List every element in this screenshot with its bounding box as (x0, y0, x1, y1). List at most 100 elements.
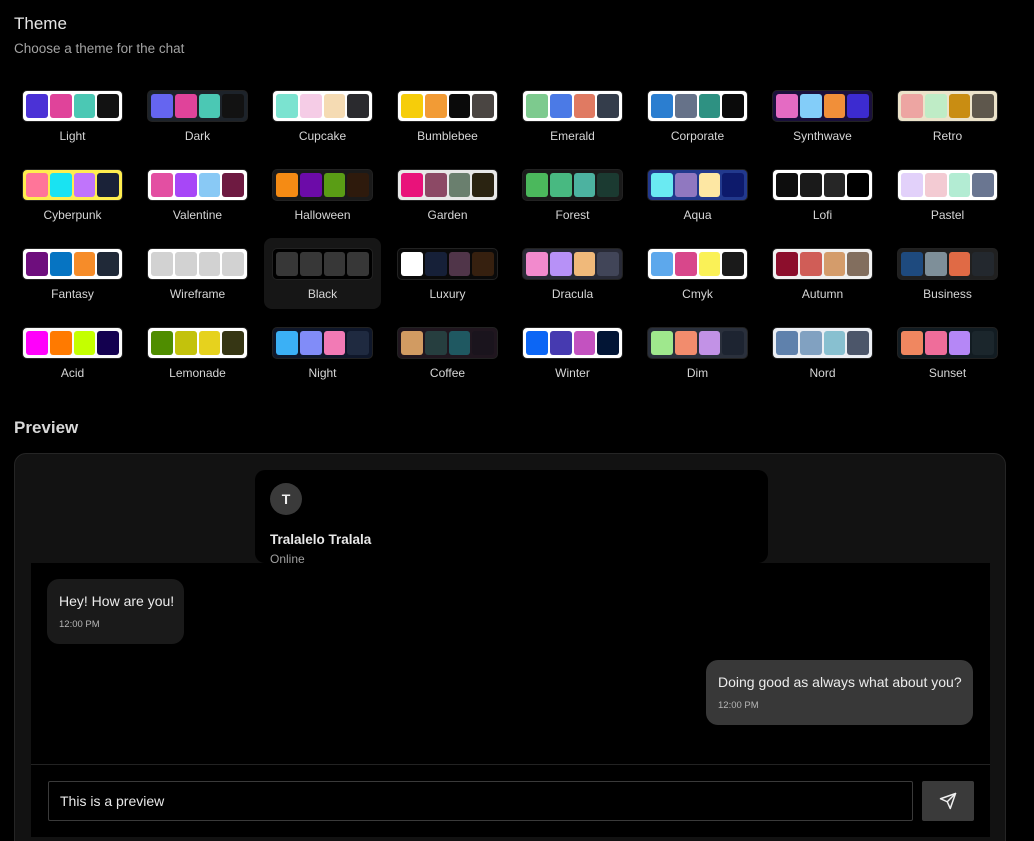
theme-option-synthwave[interactable]: Synthwave (764, 80, 881, 151)
swatch-color (448, 94, 471, 118)
theme-swatch (272, 327, 373, 359)
swatch-color (722, 173, 744, 197)
theme-option-business[interactable]: Business (889, 238, 1006, 309)
theme-swatch (647, 248, 748, 280)
swatch-color (948, 94, 971, 118)
theme-option-retro[interactable]: Retro (889, 80, 1006, 151)
swatch-color (651, 94, 673, 118)
swatch-color (472, 252, 494, 276)
swatch-color (174, 331, 197, 355)
swatch-color (299, 252, 322, 276)
swatch-color (799, 94, 822, 118)
theme-name: Winter (555, 366, 590, 380)
swatch-color (73, 94, 96, 118)
swatch-color (823, 94, 846, 118)
swatch-color (174, 94, 197, 118)
theme-name: Light (59, 129, 86, 143)
theme-name: Forest (555, 208, 590, 222)
theme-swatch (147, 90, 248, 122)
theme-option-autumn[interactable]: Autumn (764, 238, 881, 309)
theme-name: Cyberpunk (43, 208, 102, 222)
swatch-color (924, 331, 947, 355)
theme-option-emerald[interactable]: Emerald (514, 80, 631, 151)
theme-option-halloween[interactable]: Halloween (264, 159, 381, 230)
swatch-color (698, 252, 721, 276)
theme-swatch (22, 90, 123, 122)
swatch-color (401, 252, 423, 276)
swatch-color (948, 331, 971, 355)
theme-option-acid[interactable]: Acid (14, 317, 131, 388)
theme-swatch (897, 169, 998, 201)
theme-option-fantasy[interactable]: Fantasy (14, 238, 131, 309)
preview-title: Preview (14, 418, 79, 437)
theme-swatch (772, 90, 873, 122)
theme-option-sunset[interactable]: Sunset (889, 317, 1006, 388)
theme-swatch (522, 327, 623, 359)
swatch-color (526, 94, 548, 118)
theme-option-luxury[interactable]: Luxury (389, 238, 506, 309)
theme-name: Dark (184, 129, 211, 143)
theme-swatch (147, 169, 248, 201)
theme-name: Nord (809, 366, 836, 380)
swatch-color (573, 173, 596, 197)
theme-subtitle: Choose a theme for the chat (14, 41, 185, 56)
swatch-color (549, 252, 572, 276)
send-button[interactable] (922, 781, 974, 821)
theme-option-night[interactable]: Night (264, 317, 381, 388)
theme-name: Synthwave (793, 129, 852, 143)
swatch-color (597, 252, 619, 276)
theme-option-aqua[interactable]: Aqua (639, 159, 756, 230)
swatch-color (151, 173, 173, 197)
theme-option-winter[interactable]: Winter (514, 317, 631, 388)
theme-option-coffee[interactable]: Coffee (389, 317, 506, 388)
theme-option-nord[interactable]: Nord (764, 317, 881, 388)
theme-option-valentine[interactable]: Valentine (139, 159, 256, 230)
theme-option-cmyk[interactable]: Cmyk (639, 238, 756, 309)
swatch-color (972, 252, 994, 276)
swatch-color (448, 331, 471, 355)
theme-option-dracula[interactable]: Dracula (514, 238, 631, 309)
swatch-color (597, 173, 619, 197)
swatch-color (972, 331, 994, 355)
swatch-color (924, 252, 947, 276)
theme-name: Halloween (294, 208, 351, 222)
theme-option-cyberpunk[interactable]: Cyberpunk (14, 159, 131, 230)
theme-option-pastel[interactable]: Pastel (889, 159, 1006, 230)
swatch-color (651, 331, 673, 355)
theme-option-lemonade[interactable]: Lemonade (139, 317, 256, 388)
swatch-color (823, 331, 846, 355)
swatch-color (549, 331, 572, 355)
theme-option-dark[interactable]: Dark (139, 80, 256, 151)
theme-option-cupcake[interactable]: Cupcake (264, 80, 381, 151)
theme-swatch (22, 327, 123, 359)
swatch-color (276, 94, 298, 118)
theme-option-black[interactable]: Black (264, 238, 381, 309)
swatch-color (776, 252, 798, 276)
theme-option-garden[interactable]: Garden (389, 159, 506, 230)
theme-name: Cmyk (682, 287, 713, 301)
theme-title: Theme (14, 14, 67, 33)
theme-swatch (897, 248, 998, 280)
theme-option-light[interactable]: Light (14, 80, 131, 151)
swatch-color (924, 173, 947, 197)
theme-option-forest[interactable]: Forest (514, 159, 631, 230)
swatch-color (901, 173, 923, 197)
theme-swatch (772, 169, 873, 201)
theme-option-wireframe[interactable]: Wireframe (139, 238, 256, 309)
swatch-color (924, 94, 947, 118)
message-input[interactable] (48, 781, 913, 821)
theme-name: Black (307, 287, 338, 301)
theme-option-lofi[interactable]: Lofi (764, 159, 881, 230)
theme-option-corporate[interactable]: Corporate (639, 80, 756, 151)
incoming-message: Hey! How are you! 12:00 PM (47, 579, 184, 644)
swatch-color (347, 252, 369, 276)
swatch-color (549, 94, 572, 118)
swatch-color (276, 331, 298, 355)
swatch-color (448, 252, 471, 276)
swatch-color (573, 252, 596, 276)
theme-swatch (647, 327, 748, 359)
theme-option-bumblebee[interactable]: Bumblebee (389, 80, 506, 151)
theme-swatch (22, 169, 123, 201)
theme-option-dim[interactable]: Dim (639, 317, 756, 388)
swatch-color (347, 173, 369, 197)
